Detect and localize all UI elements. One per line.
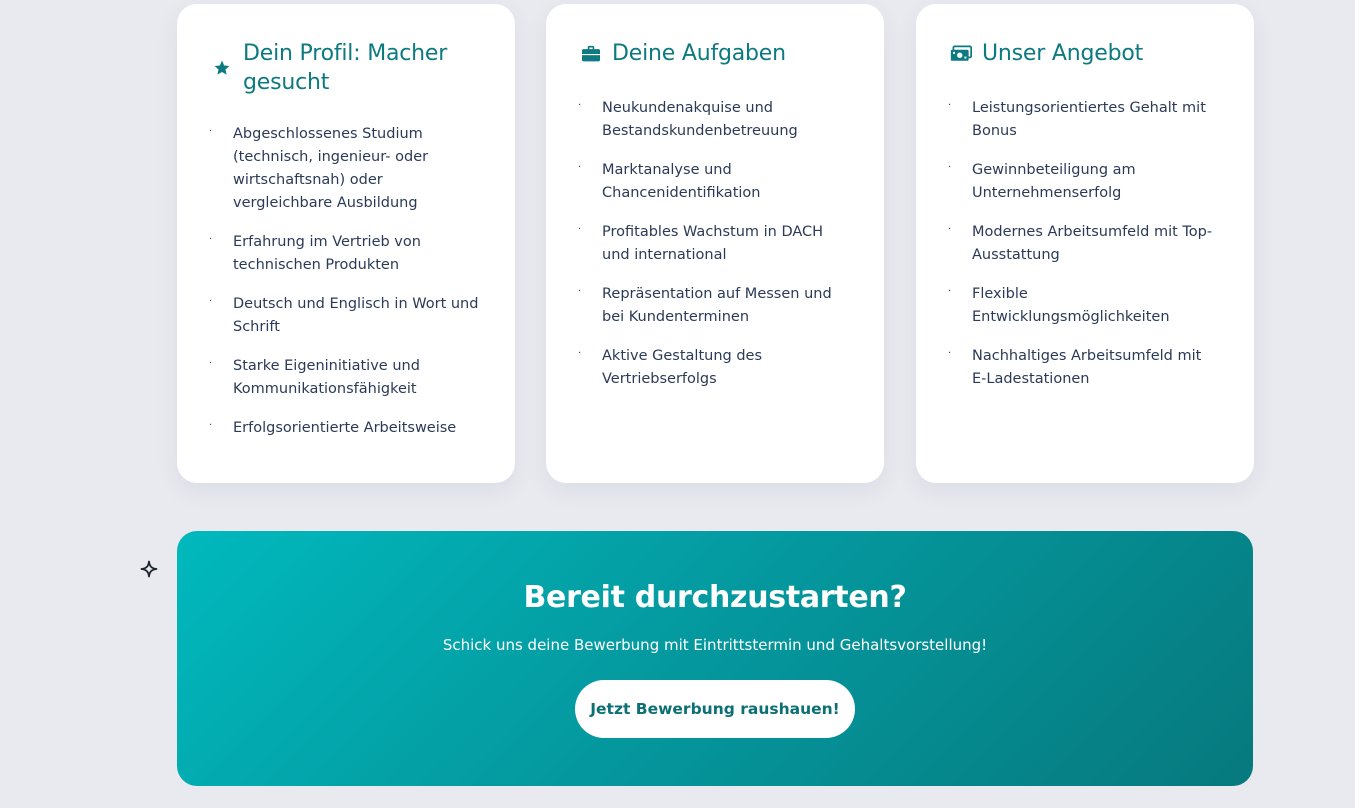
list-item-text: Nachhaltiges Arbeitsumfeld mit E-Ladesta… [972,348,1202,387]
list-item: · Repräsentation auf Messen und bei Kunde… [578,283,850,329]
bullet-glyph: · [948,162,952,173]
card-header: Deine Aufgaben [580,39,850,68]
list-item-text: Gewinnbeteiligung am Unternehmenserfolg [972,162,1136,201]
card-title: Deine Aufgaben [612,41,786,66]
cta-banner: Bereit durchzustarten? Schick uns deine … [177,531,1253,786]
cta-subtitle: Schick uns deine Bewerbung mit Eintritts… [442,636,988,654]
bullet-glyph: · [948,100,952,111]
list-item: · Abgeschlossenes Studium (technisch, ing… [209,123,481,215]
page: Dein Profil: Macher gesucht · Abgeschloss… [0,0,1355,808]
list-item: · Leistungsorientiertes Gehalt mit Bonus [948,97,1220,143]
list-item-text: Starke Eigeninitiative und Kommunikation… [233,358,420,397]
bullet-glyph: · [948,348,952,359]
bullet-glyph: · [578,286,582,297]
list-item-text: Erfolgsorientierte Arbeitsweise [233,420,457,436]
star-icon [211,57,233,79]
bullet-glyph: · [209,296,213,307]
card-title: Unser Angebot [982,41,1144,66]
bullet-glyph: · [578,100,582,111]
card-offer: Unser Angebot · Leistungsorientiertes Geh… [916,4,1254,483]
list-item: · Erfahrung im Vertrieb von technischen P… [209,231,481,277]
list-item: · Erfolgsorientierte Arbeitsweise [209,417,481,440]
list-item-text: Marktanalyse und Chancenidentifikation [602,162,761,201]
apply-button[interactable]: Jetzt Bewerbung raushauen! [575,680,855,738]
sparkle-icon [140,560,158,578]
card-list: · Abgeschlossenes Studium (technisch, ing… [209,123,481,440]
bullet-glyph: · [209,126,213,137]
list-item: · Aktive Gestaltung des Vertriebserfolgs [578,345,850,391]
bullet-glyph: · [578,162,582,173]
list-item: · Nachhaltiges Arbeitsumfeld mit E-Ladest… [948,345,1220,391]
bullet-glyph: · [209,358,213,369]
cta-title: Bereit durchzustarten? [523,580,907,615]
list-item: · Profitables Wachstum in DACH und intern… [578,221,850,267]
list-item: · Deutsch und Englisch in Wort und Schrif… [209,293,481,339]
bullet-glyph: · [209,234,213,245]
list-item: · Flexible Entwicklungsmöglichkeiten [948,283,1220,329]
list-item-text: Aktive Gestaltung des Vertriebserfolgs [602,348,763,387]
list-item-text: Repräsentation auf Messen und bei Kunden… [602,286,832,325]
list-item: · Neukundenakquise und Bestandskundenbetr… [578,97,850,143]
list-item-text: Erfahrung im Vertrieb von technischen Pr… [233,234,421,273]
card-title: Dein Profil: Macher gesucht [243,41,448,95]
list-item-text: Abgeschlossenes Studium (technisch, inge… [233,126,429,211]
briefcase-icon [580,43,602,65]
card-list: · Leistungsorientiertes Gehalt mit Bonus … [948,97,1220,391]
list-item-text: Flexible Entwicklungsmöglichkeiten [972,286,1170,325]
list-item-text: Profitables Wachstum in DACH und interna… [602,224,824,263]
list-item-text: Neukundenakquise und Bestandskundenbetre… [602,100,798,139]
card-profile: Dein Profil: Macher gesucht · Abgeschloss… [177,4,515,483]
money-bill-icon [950,43,972,65]
bullet-glyph: · [948,224,952,235]
list-item-text: Modernes Arbeitsumfeld mit Top-Ausstattu… [972,224,1213,263]
list-item-text: Deutsch und Englisch in Wort und Schrift [233,296,479,335]
card-header: Unser Angebot [950,39,1220,68]
bullet-glyph: · [948,286,952,297]
list-item: · Marktanalyse und Chancenidentifikation [578,159,850,205]
card-list: · Neukundenakquise und Bestandskundenbetr… [578,97,850,391]
bullet-glyph: · [578,224,582,235]
list-item: · Modernes Arbeitsumfeld mit Top-Ausstatt… [948,221,1220,267]
bullet-glyph: · [209,420,213,431]
bullet-glyph: · [578,348,582,359]
list-item: · Starke Eigeninitiative und Kommunikatio… [209,355,481,401]
card-header: Dein Profil: Macher gesucht [211,39,481,97]
list-item-text: Leistungsorientiertes Gehalt mit Bonus [972,100,1206,139]
list-item: · Gewinnbeteiligung am Unternehmenserfolg [948,159,1220,205]
card-tasks: Deine Aufgaben · Neukundenakquise und Bes… [546,4,884,483]
